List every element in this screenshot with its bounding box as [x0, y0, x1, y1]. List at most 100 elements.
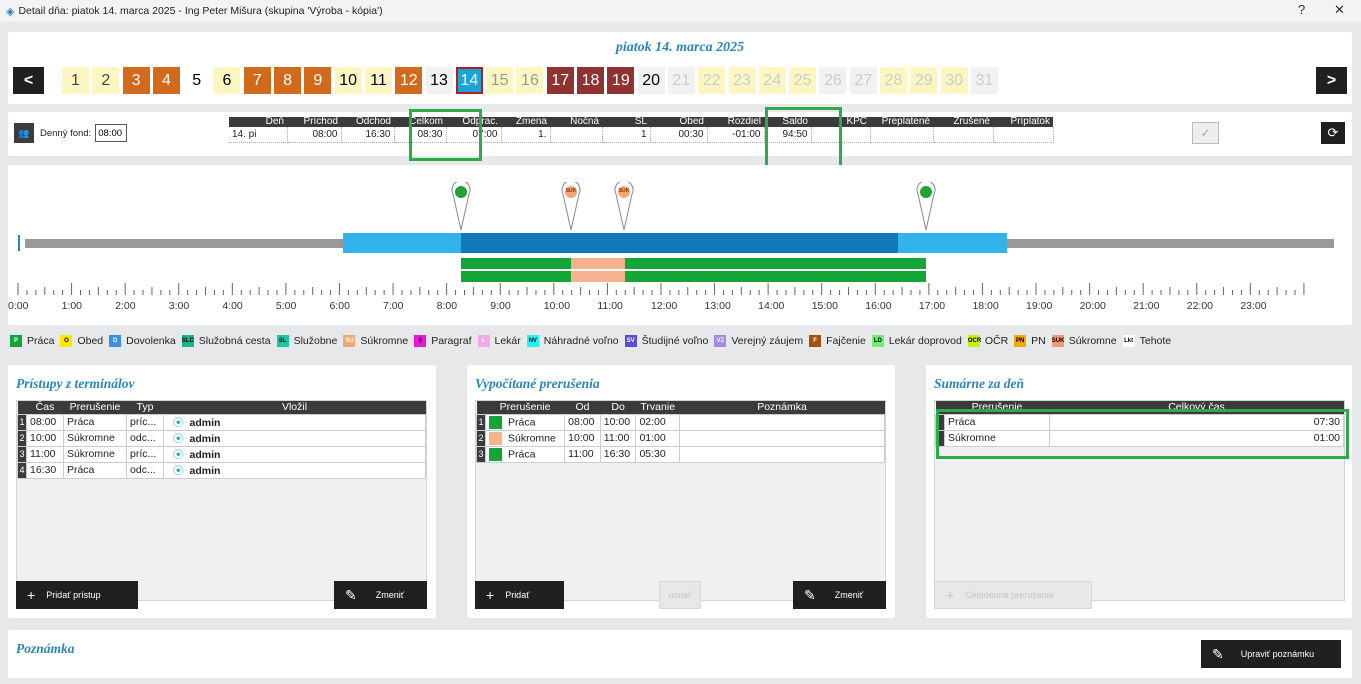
pristupy-table: Čas Prerušenie Typ Vložil 1 08:00 Práca prí… — [17, 401, 426, 479]
location-icon: ⦿ — [173, 464, 184, 477]
day-9[interactable]: 9 — [304, 67, 332, 94]
day-1[interactable]: 1 — [62, 67, 89, 94]
day-28[interactable]: 28 — [880, 67, 908, 94]
timeline-cursor[interactable] — [18, 235, 20, 251]
day-25[interactable]: 25 — [789, 67, 817, 94]
day-30[interactable]: 30 — [940, 67, 968, 94]
edit-interruption-button[interactable]: ✎ Zmeniť — [793, 581, 886, 609]
edit-access-button[interactable]: ✎ Zmeniť — [334, 581, 427, 609]
day-fund-input[interactable] — [95, 124, 128, 142]
cell-prerusenie-text: Súkromne — [508, 431, 556, 444]
summary-header-8: Obed — [650, 117, 707, 127]
col-poznamka[interactable]: Poznámka — [679, 401, 885, 414]
legend-label: PN — [1031, 335, 1046, 347]
day-26[interactable]: 26 — [819, 67, 847, 94]
summary-value-14 — [993, 127, 1054, 143]
location-icon: ⦿ — [173, 448, 184, 461]
cell-vlozil: ⦿ admin — [163, 413, 426, 431]
legend-label: Verejný záujem — [731, 335, 804, 347]
add-access-label: Pridať prístup — [46, 590, 101, 600]
col-prerusenie[interactable]: Prerušenie — [485, 401, 565, 414]
approve-button[interactable]: uznať — [659, 581, 701, 609]
add-interruption-button[interactable]: + Pridať — [475, 581, 564, 609]
col-typ[interactable]: Typ — [126, 401, 164, 414]
day-summary: 👥 Denný fond: DeňPríchodOdchodCelkomOdpr… — [8, 107, 1352, 168]
work-marker-pin[interactable] — [451, 180, 471, 235]
day-22[interactable]: 22 — [698, 67, 726, 94]
day-14[interactable]: 14 — [455, 67, 483, 94]
cell-cas: 11:00 — [26, 445, 64, 463]
legend-swatch: F — [809, 335, 822, 347]
timeline-panel: SUK SUK 0:00 1:00 2:00 3:00 4:00 5:00 6:00 7:00 8… — [8, 165, 1352, 325]
summary-header-6: Nočná — [550, 117, 602, 127]
edit-note-label: Upraviť poznámku — [1240, 649, 1315, 659]
confirm-check-button[interactable]: ✓ — [1192, 122, 1219, 144]
day-4[interactable]: 4 — [152, 67, 180, 94]
close-button[interactable]: ✕ — [1334, 2, 1345, 18]
summary-header-9: Rozdiel — [707, 117, 764, 127]
cell-typ: príc... — [126, 445, 164, 463]
day-6[interactable]: 6 — [213, 67, 241, 94]
private-marker-pin[interactable]: SUK — [561, 180, 581, 235]
col-trvanie[interactable]: Trvanie — [635, 401, 680, 414]
table-row[interactable]: 2 10:00 Súkromne odc... ⦿ admin — [17, 429, 426, 447]
legend-label: Tehote — [1139, 335, 1172, 347]
col-prerusenie[interactable]: Prerušenie — [63, 401, 127, 414]
summary-value-8: 00:30 — [650, 127, 708, 143]
summary-header-2: Odchod — [341, 117, 394, 127]
table-row[interactable]: 1 08:00 Práca príc... ⦿ admin — [17, 413, 426, 431]
table-row[interactable]: 4 16:30 Práca odc... ⦿ admin — [17, 461, 426, 479]
day-8[interactable]: 8 — [274, 67, 302, 94]
day-16[interactable]: 16 — [516, 67, 544, 94]
day-24[interactable]: 24 — [758, 67, 786, 94]
legend-item: SLC Služobná cesta — [181, 335, 271, 347]
day-3[interactable]: 3 — [122, 67, 150, 94]
people-icon[interactable]: 👥 — [14, 123, 34, 143]
table-row[interactable]: 2 Súkromne 10:00 11:00 01:00 — [476, 429, 885, 447]
help-button[interactable]: ? — [1298, 2, 1305, 17]
day-13[interactable]: 13 — [425, 67, 453, 94]
day-29[interactable]: 29 — [910, 67, 938, 94]
table-row[interactable]: 3 Práca 11:00 16:30 05:30 — [476, 445, 885, 463]
day-23[interactable]: 23 — [728, 67, 756, 94]
day-5[interactable]: 5 — [183, 67, 211, 94]
private-marker-pin[interactable]: SUK — [614, 180, 634, 235]
next-day-button[interactable]: > — [1316, 67, 1347, 94]
summary-header-12: Preplatené — [870, 117, 933, 127]
day-11[interactable]: 11 — [364, 67, 392, 94]
pencil-icon: ✎ — [345, 586, 357, 603]
edit-note-button[interactable]: ✎ Upraviť poznámku — [1201, 640, 1341, 668]
col-cas[interactable]: Čas — [26, 401, 64, 414]
legend-swatch: P — [10, 335, 22, 347]
day-31[interactable]: 31 — [970, 67, 998, 94]
table-row[interactable]: 3 11:00 Súkromne príc... ⦿ admin — [17, 445, 426, 463]
poznamka-title: Poznámka — [16, 641, 75, 656]
day-27[interactable]: 27 — [849, 67, 877, 94]
work-marker-pin[interactable] — [916, 180, 936, 235]
col-od[interactable]: Od — [564, 401, 601, 414]
day-18[interactable]: 18 — [577, 67, 605, 94]
row-num-header — [476, 401, 486, 414]
day-17[interactable]: 17 — [546, 67, 574, 94]
refresh-button[interactable]: ⟳ — [1321, 122, 1345, 144]
day-15[interactable]: 15 — [486, 67, 514, 94]
day-7[interactable]: 7 — [243, 67, 271, 94]
day-10[interactable]: 10 — [334, 67, 362, 94]
hour-label: 4:00 — [222, 300, 243, 312]
day-21[interactable]: 21 — [667, 67, 695, 94]
col-do[interactable]: Do — [600, 401, 636, 414]
col-vlozil[interactable]: Vložil — [163, 401, 426, 414]
day-20[interactable]: 20 — [637, 67, 665, 94]
day-2[interactable]: 2 — [92, 67, 120, 94]
full-day-interruption-button[interactable]: + Celodenné prerušenie — [934, 581, 1092, 609]
row-number: 2 — [17, 429, 27, 447]
table-row[interactable]: 1 Práca 08:00 10:00 02:00 — [476, 413, 885, 431]
day-12[interactable]: 12 — [395, 67, 423, 94]
vypocitane-table: Prerušenie Od Do Trvanie Poznámka 1 Práca… — [476, 401, 885, 463]
legend-item: SV Študijné voľno — [624, 335, 708, 347]
add-access-button[interactable]: + Pridať prístup — [16, 581, 138, 609]
legend-label: OČR — [984, 335, 1009, 347]
prev-day-button[interactable]: < — [13, 67, 44, 94]
location-icon: ⦿ — [173, 432, 184, 445]
day-19[interactable]: 19 — [607, 67, 635, 94]
